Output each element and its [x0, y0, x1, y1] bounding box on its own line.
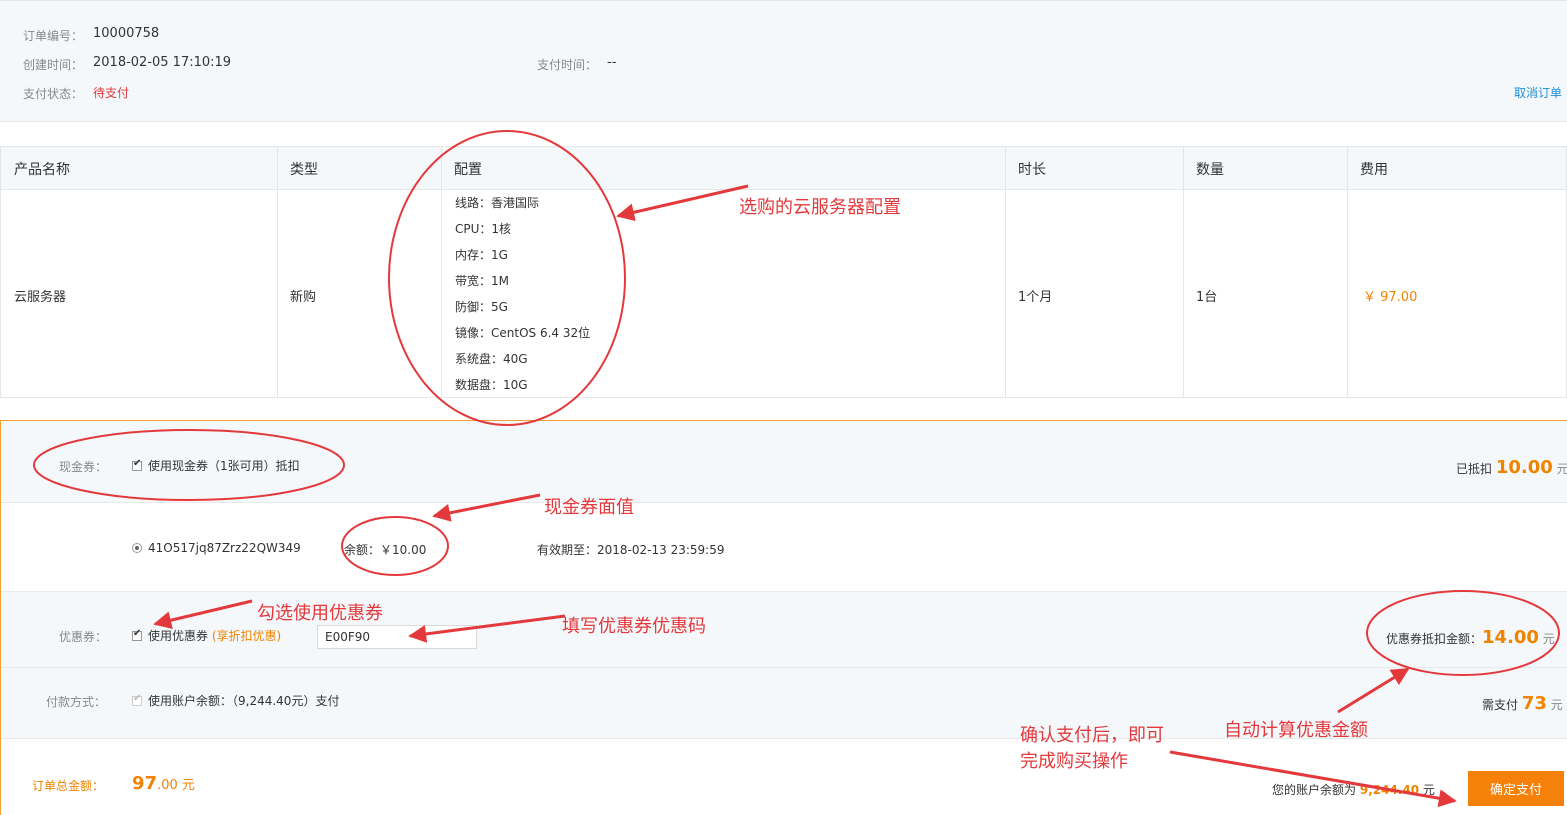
use-coupon-checkbox[interactable]: 使用优惠券 (享折扣优惠)	[132, 627, 281, 644]
voucher-expiry-label: 有效期至：	[537, 543, 598, 557]
header-duration: 时长	[1018, 162, 1046, 178]
voucher-balance: 余额：￥10.00	[344, 541, 426, 558]
voucher-expiry: 有效期至：2018-02-13 23:59:59	[537, 541, 724, 558]
annotation-fill-coupon: 填写优惠券优惠码	[562, 616, 706, 637]
deducted-label: 已抵扣	[1456, 462, 1493, 476]
account-balance: 您的账户余额为 9,244.40 元	[1272, 781, 1435, 798]
order-total-int: 97	[132, 773, 158, 794]
account-balance-unit: 元	[1422, 783, 1435, 797]
annotation-config: 选购的云服务器配置	[739, 197, 901, 218]
voucher-balance-value: ￥10.00	[380, 543, 427, 557]
order-number-label: 订单编号：	[23, 29, 84, 43]
cancel-order-link[interactable]: 取消订单	[1514, 84, 1562, 101]
config-line: 防御：5G	[455, 300, 508, 314]
pay-status: 待支付	[93, 86, 130, 100]
use-coupon-text: 使用优惠券	[148, 629, 209, 643]
need-pay-summary: 需支付 73 元	[1482, 693, 1563, 714]
radio-icon	[132, 543, 142, 553]
config-line: 带宽：1M	[455, 274, 509, 288]
divider	[1, 502, 1567, 503]
account-balance-label: 您的账户余额为	[1272, 783, 1357, 797]
payment-method-label: 付款方式：	[46, 695, 107, 709]
deducted-amount: 10.00	[1495, 457, 1553, 478]
pay-status-label: 支付状态：	[23, 87, 84, 101]
coupon-discount-label: 优惠券抵扣金额：	[1386, 632, 1483, 646]
coupon-discount-amount: 14.00	[1482, 627, 1539, 648]
column-divider	[441, 147, 442, 397]
annotation-voucher-value: 现金券面值	[544, 497, 634, 518]
order-total-label: 订单总金额：	[32, 779, 105, 793]
checkbox-icon	[132, 693, 142, 706]
table-header	[1, 147, 1566, 190]
paid-time-label: 支付时间：	[537, 58, 598, 72]
header-config: 配置	[454, 162, 482, 178]
created-time-label: 创建时间：	[23, 58, 84, 72]
use-cash-voucher-checkbox[interactable]: 使用现金券（1张可用）抵扣	[132, 457, 300, 474]
cell-product-name: 云服务器	[14, 290, 67, 305]
order-info-panel: 订单编号： 10000758 创建时间： 2018-02-05 17:10:19…	[0, 0, 1567, 122]
column-divider	[1347, 147, 1348, 397]
config-line: 镜像：CentOS 6.4 32位	[455, 326, 591, 340]
cell-type: 新购	[290, 290, 317, 305]
header-fee: 费用	[1360, 162, 1388, 178]
config-line: CPU：1核	[455, 222, 512, 236]
coupon-discount-hint: (享折扣优惠)	[211, 629, 282, 643]
voucher-expiry-value: 2018-02-13 23:59:59	[597, 543, 725, 557]
use-balance-text: 使用账户余额：（9,244.40元）支付	[148, 694, 340, 708]
column-divider	[1005, 147, 1006, 397]
use-balance-checkbox[interactable]: 使用账户余额：（9,244.40元）支付	[132, 692, 339, 709]
annotation-auto-calc: 自动计算优惠金额	[1224, 720, 1368, 741]
coupon-discount-unit: 元	[1542, 632, 1555, 646]
voucher-radio-option[interactable]: 41O517jq87Zrz22QW349	[132, 541, 301, 555]
annotation-confirm-line1: 确认支付后，即可	[1020, 725, 1164, 746]
voucher-balance-label: 余额：	[344, 543, 381, 557]
coupon-discount-summary: 优惠券抵扣金额：14.00 元	[1386, 627, 1555, 648]
product-table: 产品名称 类型 配置 时长 数量 费用 云服务器 新购 线路：香港国际 CPU：…	[0, 146, 1567, 398]
header-quantity: 数量	[1196, 162, 1224, 178]
coupon-label: 优惠券：	[59, 630, 108, 644]
order-total: 97.00 元	[132, 773, 195, 794]
header-type: 类型	[290, 162, 318, 178]
use-cash-voucher-text: 使用现金券（1张可用）抵扣	[148, 459, 300, 473]
confirm-pay-button[interactable]: 确定支付	[1468, 771, 1564, 806]
need-pay-label: 需支付	[1482, 698, 1519, 712]
divider	[1, 591, 1567, 592]
created-time: 2018-02-05 17:10:19	[93, 55, 232, 70]
annotation-confirm-line2: 完成购买操作	[1020, 751, 1128, 772]
order-number: 10000758	[93, 26, 160, 41]
annotation-use-coupon: 勾选使用优惠券	[257, 603, 383, 624]
cell-fee: ￥ 97.00	[1363, 290, 1418, 305]
cell-quantity: 1台	[1196, 290, 1218, 305]
need-pay-unit: 元	[1550, 698, 1563, 712]
column-divider	[1183, 147, 1184, 397]
need-pay-amount: 73	[1521, 693, 1547, 714]
config-line: 系统盘：40G	[455, 352, 528, 366]
checkbox-icon	[132, 628, 142, 641]
config-line: 内存：1G	[455, 248, 508, 262]
deducted-unit: 元	[1556, 462, 1567, 476]
voucher-code: 41O517jq87Zrz22QW349	[148, 541, 301, 555]
cell-duration: 1个月	[1018, 290, 1053, 305]
config-line: 数据盘：10G	[455, 378, 528, 392]
paid-time: --	[607, 55, 617, 70]
coupon-code-input[interactable]	[317, 625, 477, 649]
header-product-name: 产品名称	[14, 162, 70, 178]
deducted-summary: 已抵扣 10.00 元	[1456, 457, 1567, 478]
order-total-dec: .00 元	[157, 778, 195, 793]
config-line: 线路：香港国际	[455, 196, 540, 210]
account-balance-value: 9,244.40	[1359, 783, 1420, 797]
column-divider	[277, 147, 278, 397]
cash-voucher-label: 现金券：	[59, 460, 108, 474]
checkbox-icon	[132, 458, 142, 471]
